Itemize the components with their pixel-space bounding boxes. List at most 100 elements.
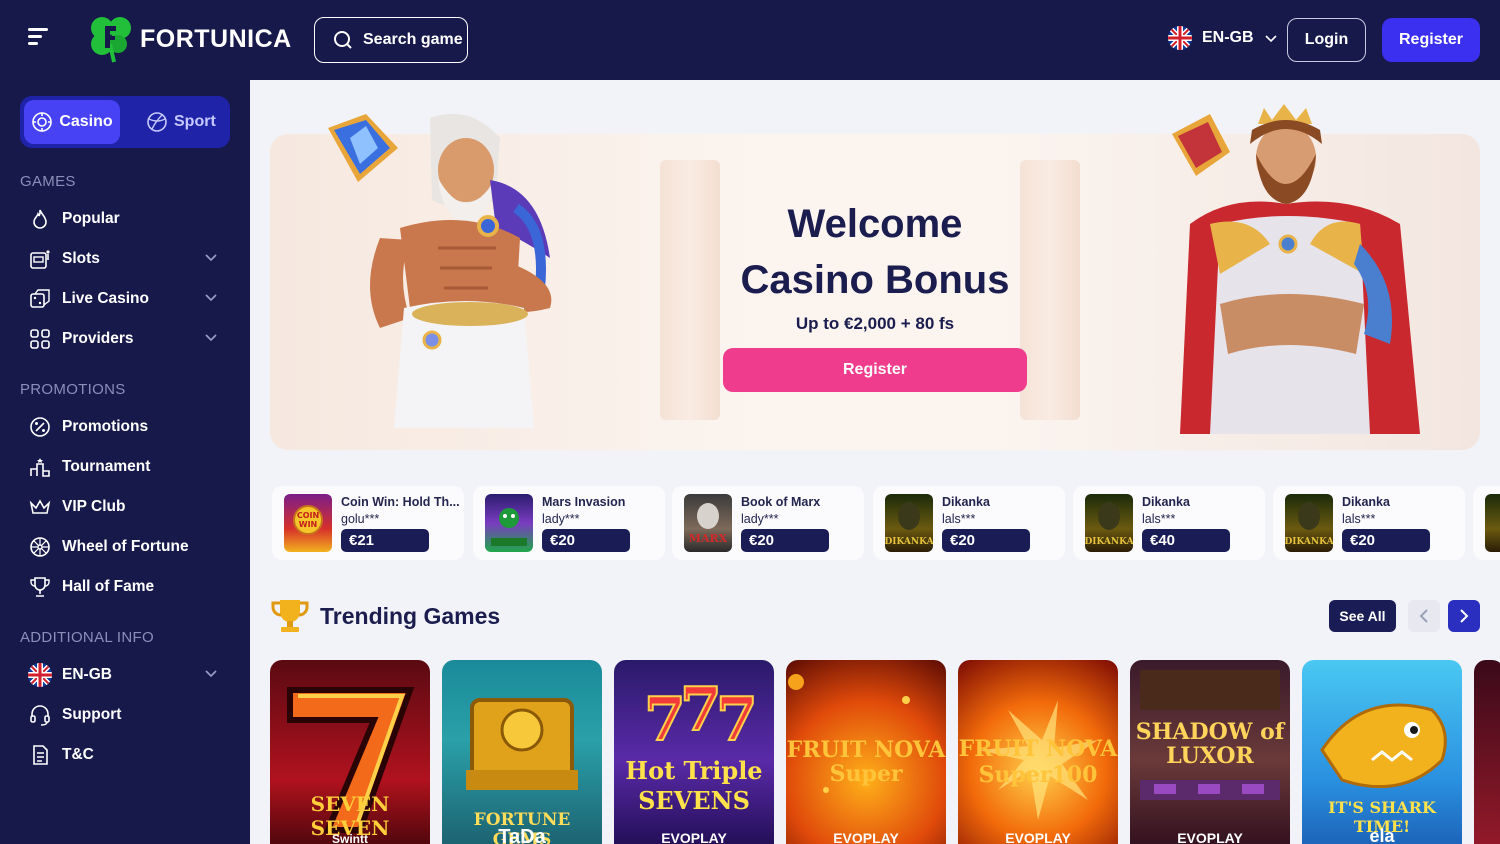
game-tile[interactable] xyxy=(1474,660,1500,844)
sidebar-item-label: Support xyxy=(62,706,122,723)
winner-username: lals*** xyxy=(1142,512,1176,526)
game-thumbnail xyxy=(485,494,533,552)
language-selector[interactable]: EN-GB xyxy=(1168,26,1278,50)
game-provider: EVOPLAY xyxy=(1177,830,1243,844)
carousel-prev-button[interactable] xyxy=(1408,600,1440,632)
chevron-down-icon xyxy=(205,334,217,342)
game-tile[interactable]: IT'S SHARK TIME! ela xyxy=(1302,660,1462,844)
game-provider: EVOPLAY xyxy=(1005,830,1071,844)
trophy-icon xyxy=(271,600,309,632)
winner-amount: €20 xyxy=(741,529,829,552)
sidebar-item-wheel-of-fortune[interactable]: Wheel of Fortune xyxy=(28,532,224,562)
sidebar-item-label: T&C xyxy=(62,746,94,763)
game-thumbnail: DIKANKA xyxy=(1285,494,1333,552)
winner-amount: €40 xyxy=(1142,529,1230,552)
search-icon xyxy=(334,31,352,49)
casino-sport-switch: Casino Sport xyxy=(20,96,230,148)
winner-card[interactable]: MARX Book of Marx lady*** €20 xyxy=(672,486,864,560)
winner-amount: €21 xyxy=(341,529,429,552)
chevron-left-icon xyxy=(1419,609,1428,623)
game-art: 7 7 7 xyxy=(643,674,759,756)
hero-subtitle: Up to €2,000 + 80 fs xyxy=(795,314,955,333)
trending-title: Trending Games xyxy=(320,602,501,629)
search-game-button[interactable]: Search game xyxy=(314,17,468,63)
winner-username: lals*** xyxy=(1342,512,1376,526)
login-button[interactable]: Login xyxy=(1287,18,1366,62)
winner-game-name: Dikanka xyxy=(1342,495,1390,509)
slot-machine-icon xyxy=(28,247,52,271)
dice-icon xyxy=(28,287,52,311)
game-tile[interactable]: SEVEN SEVEN Swintt xyxy=(270,660,430,844)
winner-username: lals*** xyxy=(942,512,976,526)
winner-card[interactable]: DIKANKA Dikanka lals*** €40 xyxy=(1073,486,1265,560)
hero-title: Welcome Casino Bonus xyxy=(710,196,1040,308)
sidebar-item-tournament[interactable]: Tournament xyxy=(28,452,224,482)
game-tile[interactable]: 7 7 7 Hot Triple SEVENS EVOPLAY xyxy=(614,660,774,844)
sidebar-item-popular[interactable]: Popular xyxy=(28,204,224,234)
section-label-games: GAMES xyxy=(20,173,76,190)
winner-game-name: Dikanka xyxy=(942,495,990,509)
sidebar-item-label: Live Casino xyxy=(62,290,149,307)
menu-icon[interactable] xyxy=(28,28,52,52)
svg-text:7: 7 xyxy=(716,685,758,755)
podium-icon xyxy=(28,455,52,479)
trending-header: Trending Games xyxy=(270,596,500,636)
winner-card[interactable]: DIKANKA Dikanka lals*** €20 xyxy=(873,486,1065,560)
game-tile[interactable]: FRUIT NOVA Super100 EVOPLAY xyxy=(958,660,1118,844)
hero-title-line2: Casino Bonus xyxy=(740,258,1010,302)
section-label-promotions: PROMOTIONS xyxy=(20,381,126,398)
hero-title-line1: Welcome xyxy=(787,202,963,246)
winner-card[interactable] xyxy=(1473,486,1500,560)
winner-card[interactable]: COIN WIN Coin Win: Hold Th... golu*** €21 xyxy=(272,486,464,560)
game-tile[interactable]: FRUIT NOVA Super EVOPLAY xyxy=(786,660,946,844)
chevron-right-icon xyxy=(1460,609,1469,623)
chevron-down-icon xyxy=(205,670,217,678)
sidebar-item-support[interactable]: Support xyxy=(28,700,224,730)
language-label: EN-GB xyxy=(1202,29,1254,46)
sidebar-item-slots[interactable]: Slots xyxy=(28,244,224,274)
game-tile[interactable]: SHADOW of LUXOR EVOPLAY xyxy=(1130,660,1290,844)
sidebar-item-label: Tournament xyxy=(62,458,151,475)
chevron-down-icon xyxy=(1264,35,1277,43)
sidebar-item-label: EN-GB xyxy=(62,666,112,683)
game-tile[interactable]: FORTUNE GEMS TaDa xyxy=(442,660,602,844)
sidebar-item-terms[interactable]: T&C xyxy=(28,740,224,770)
sidebar-item-live-casino[interactable]: Live Casino xyxy=(28,284,224,314)
search-game-label: Search game xyxy=(363,31,463,48)
section-label-additional-info: ADDITIONAL INFO xyxy=(20,629,154,646)
sidebar-item-label: Slots xyxy=(62,250,100,267)
king-illustration xyxy=(1172,104,1420,434)
tab-casino[interactable]: Casino xyxy=(24,100,120,144)
crown-icon xyxy=(28,495,52,519)
winner-amount: €20 xyxy=(542,529,630,552)
flame-icon xyxy=(28,207,52,231)
svg-text:DIKANKA: DIKANKA xyxy=(1285,537,1333,547)
headset-icon xyxy=(28,703,52,727)
game-thumbnail: DIKANKA xyxy=(1085,494,1133,552)
sidebar-item-promotions[interactable]: Promotions xyxy=(28,412,224,442)
winner-username: golu*** xyxy=(341,512,380,526)
sidebar-item-label: Wheel of Fortune xyxy=(62,538,189,555)
svg-text:MARX: MARX xyxy=(689,532,728,545)
sidebar-item-label: Promotions xyxy=(62,418,149,435)
game-title: SHADOW of LUXOR xyxy=(1135,719,1285,769)
wheel-icon xyxy=(28,535,52,559)
winner-username: lady*** xyxy=(542,512,580,526)
sidebar-item-hall-of-fame[interactable]: Hall of Fame xyxy=(28,572,224,602)
winner-game-name: Book of Marx xyxy=(741,495,821,509)
sidebar-item-language[interactable]: EN-GB xyxy=(28,660,224,690)
winner-card[interactable]: Mars Invasion lady*** €20 xyxy=(473,486,665,560)
carousel-next-button[interactable] xyxy=(1448,600,1480,632)
winner-card[interactable]: DIKANKA Dikanka lals*** €20 xyxy=(1273,486,1465,560)
sidebar-item-vip-club[interactable]: VIP Club xyxy=(28,492,224,522)
sidebar-item-providers[interactable]: Providers xyxy=(28,324,224,354)
logo[interactable]: FORTUNICA xyxy=(88,14,292,64)
see-all-button[interactable]: See All xyxy=(1329,600,1396,632)
winner-amount: €20 xyxy=(942,529,1030,552)
register-button[interactable]: Register xyxy=(1382,18,1480,62)
clover-logo-icon xyxy=(91,17,131,63)
tab-sport[interactable]: Sport xyxy=(146,100,226,144)
svg-text:WIN: WIN xyxy=(299,520,318,529)
hero-register-button[interactable]: Register xyxy=(723,348,1027,392)
game-thumbnail: COIN WIN xyxy=(284,494,332,552)
